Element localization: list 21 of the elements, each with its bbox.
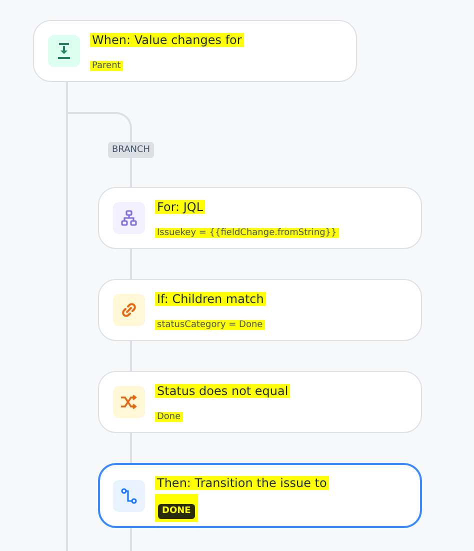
branch-label: BRANCH [108,142,154,158]
step-subtitle: Done [155,412,183,422]
link-icon [121,302,137,318]
step-title: If: Children match [155,292,266,306]
trigger-card[interactable]: When: Value changes for Parent [33,20,357,82]
download-icon [56,42,72,60]
step-subtitle: Issuekey = {{fieldChange.fromString}} [155,228,339,238]
rule-step-card[interactable]: Status does not equal Done [98,371,422,433]
rule-step-card[interactable]: Then: Transition the issue to DONE [98,463,422,528]
rule-step-card[interactable]: If: Children match statusCategory = Done [98,279,422,341]
step-subtitle: statusCategory = Done [155,320,265,330]
shuffle-icon [120,394,138,410]
status-lozenge: DONE [158,504,195,518]
transition-icon [121,488,137,504]
step-title: Then: Transition the issue to [155,476,329,490]
step-title: For: JQL [155,200,206,214]
step-title: Status does not equal [155,384,290,398]
hierarchy-icon [121,210,137,226]
rule-step-card[interactable]: For: JQL Issuekey = {{fieldChange.fromString}} [98,187,422,249]
step-title: When: Value changes for [90,33,244,47]
step-subtitle: Parent [90,61,123,71]
